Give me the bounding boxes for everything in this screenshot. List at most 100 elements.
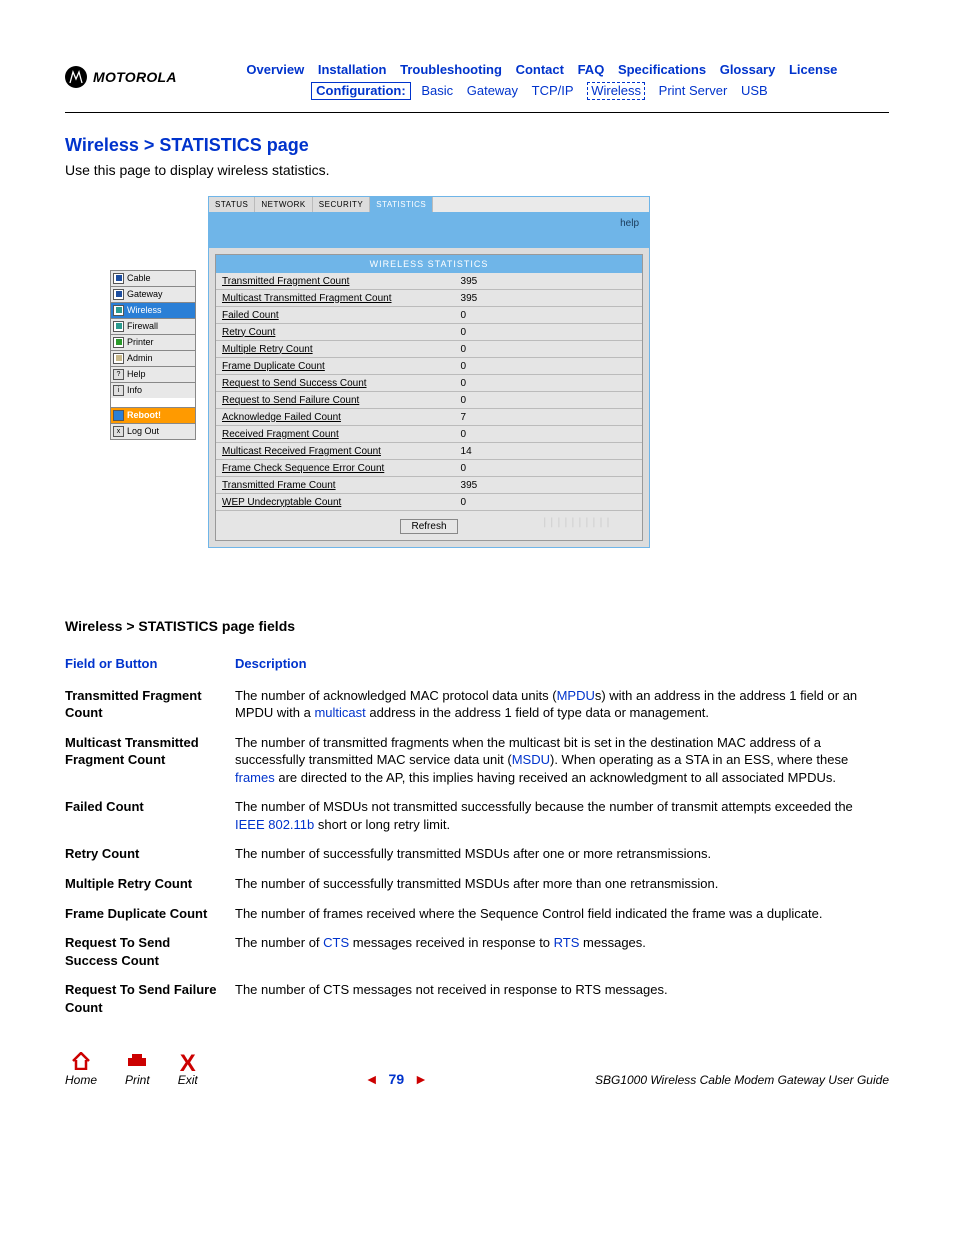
stats-value: 0 — [455, 357, 642, 374]
stats-panel: STATUSNETWORKSECURITYSTATISTICS help WIR… — [208, 196, 650, 548]
stats-label: Failed Count — [216, 306, 455, 323]
description-table: Field or Button Description Transmitted … — [65, 652, 889, 1023]
sidebar-item-printer[interactable]: Printer — [110, 334, 196, 351]
stats-label: Multicast Transmitted Fragment Count — [216, 289, 455, 306]
brand-name: MOTOROLA — [93, 69, 177, 85]
stats-table: Transmitted Fragment Count 395 Multicast T… — [216, 273, 642, 511]
glossary-link[interactable]: MPDU — [557, 688, 595, 703]
desc-text: The number of CTS messages received in r… — [235, 928, 889, 975]
stats-value: 0 — [455, 391, 642, 408]
footer-home[interactable]: Home — [65, 1052, 97, 1087]
stats-label: Retry Count — [216, 323, 455, 340]
glossary-link[interactable]: IEEE 802.11b — [235, 817, 314, 832]
sidebar-item-label: Wireless — [127, 305, 162, 315]
sidebar-item-gateway[interactable]: Gateway — [110, 286, 196, 303]
nav-installation[interactable]: Installation — [318, 62, 387, 77]
tab-network[interactable]: NETWORK — [255, 197, 312, 212]
nav-usb[interactable]: USB — [741, 83, 768, 98]
glossary-link[interactable]: RTS — [554, 935, 580, 950]
sidebar-item-label: Firewall — [127, 321, 158, 331]
stats-label: Frame Duplicate Count — [216, 357, 455, 374]
stats-label: Transmitted Fragment Count — [216, 273, 455, 290]
menu-dot-icon — [113, 337, 124, 348]
nav-printserver[interactable]: Print Server — [659, 83, 728, 98]
footer-exit-label: Exit — [178, 1073, 198, 1087]
stats-row: Received Fragment Count0 — [216, 425, 642, 442]
stats-row: Frame Duplicate Count0 — [216, 357, 642, 374]
stats-row: Failed Count0 — [216, 306, 642, 323]
page-title: Wireless > STATISTICS page — [65, 135, 889, 156]
refresh-button[interactable]: Refresh — [400, 519, 457, 534]
nav-tcpip[interactable]: TCP/IP — [532, 83, 574, 98]
glossary-link[interactable]: frames — [235, 770, 275, 785]
nav-troubleshooting[interactable]: Troubleshooting — [400, 62, 502, 77]
nav-specifications[interactable]: Specifications — [618, 62, 706, 77]
stats-label: Request to Send Failure Count — [216, 391, 455, 408]
tab-security[interactable]: SECURITY — [313, 197, 370, 212]
nav-gateway[interactable]: Gateway — [467, 83, 518, 98]
section-subtitle: Wireless > STATISTICS page fields — [65, 618, 889, 634]
stats-value: 7 — [455, 408, 642, 425]
footer-print[interactable]: Print — [125, 1052, 150, 1087]
desc-field: Transmitted Fragment Count — [65, 681, 235, 728]
stats-row: Request to Send Failure Count0 — [216, 391, 642, 408]
tab-status[interactable]: STATUS — [209, 197, 255, 212]
desc-field: Multiple Retry Count — [65, 869, 235, 899]
sidebar-item-label: Gateway — [127, 289, 163, 299]
next-page-arrow[interactable]: ► — [414, 1071, 428, 1087]
intro-text: Use this page to display wireless statis… — [65, 162, 889, 178]
sidebar-item-label: Info — [127, 385, 142, 395]
tabs-row: STATUSNETWORKSECURITYSTATISTICS — [209, 197, 649, 212]
nav-contact[interactable]: Contact — [516, 62, 564, 77]
desc-text: The number of successfully transmitted M… — [235, 839, 889, 869]
sidebar-item-label: Admin — [127, 353, 153, 363]
glossary-link[interactable]: multicast — [314, 705, 365, 720]
desc-field: Retry Count — [65, 839, 235, 869]
nav-wireless[interactable]: Wireless — [587, 82, 645, 100]
exit-icon: X — [178, 1054, 198, 1073]
stats-label: Multicast Received Fragment Count — [216, 442, 455, 459]
desc-field: Failed Count — [65, 792, 235, 839]
nav-faq[interactable]: FAQ — [578, 62, 605, 77]
stats-label: Acknowledge Failed Count — [216, 408, 455, 425]
close-icon: x — [113, 426, 124, 437]
footer-home-label: Home — [65, 1073, 97, 1087]
stats-row: Multiple Retry Count0 — [216, 340, 642, 357]
desc-text: The number of successfully transmitted M… — [235, 869, 889, 899]
glossary-link[interactable]: MSDU — [512, 752, 550, 767]
desc-row: Multicast Transmitted Fragment CountThe … — [65, 728, 889, 793]
prev-page-arrow[interactable]: ◄ — [365, 1071, 379, 1087]
footer-exit[interactable]: X Exit — [178, 1054, 198, 1087]
stats-row: Multicast Transmitted Fragment Count395 — [216, 289, 642, 306]
sidebar-item-wireless[interactable]: Wireless — [110, 302, 196, 319]
help-link[interactable]: help — [620, 218, 639, 229]
stats-row: Transmitted Frame Count395 — [216, 476, 642, 493]
tab-statistics[interactable]: STATISTICS — [370, 197, 433, 212]
nav-top-row: Overview Installation Troubleshooting Co… — [195, 60, 889, 81]
sidebar-item-label: Printer — [127, 337, 154, 347]
sidebar-item-firewall[interactable]: Firewall — [110, 318, 196, 335]
sidebar-item-logout[interactable]: xLog Out — [110, 423, 196, 440]
nav-license[interactable]: License — [789, 62, 837, 77]
th-field: Field or Button — [65, 652, 235, 681]
stats-label: Received Fragment Count — [216, 425, 455, 442]
sidebar-item-info[interactable]: iInfo — [110, 382, 196, 399]
stats-row: Frame Check Sequence Error Count0 — [216, 459, 642, 476]
barcode-graphic: |||||||||| — [542, 517, 612, 528]
desc-row: Request To Send Success CountThe number … — [65, 928, 889, 975]
menu-dot-icon — [113, 305, 124, 316]
glossary-link[interactable]: CTS — [323, 935, 349, 950]
stats-value: 0 — [455, 340, 642, 357]
sidebar-item-cable[interactable]: Cable — [110, 270, 196, 287]
sidebar-item-reboot[interactable]: Reboot! — [110, 407, 196, 424]
stats-row: Multicast Received Fragment Count14 — [216, 442, 642, 459]
desc-field: Frame Duplicate Count — [65, 899, 235, 929]
sidebar-item-help[interactable]: ?Help — [110, 366, 196, 383]
nav-basic[interactable]: Basic — [421, 83, 453, 98]
nav-glossary[interactable]: Glossary — [720, 62, 776, 77]
stats-value: 395 — [455, 476, 642, 493]
stats-label: Request to Send Success Count — [216, 374, 455, 391]
config-label: Configuration: — [311, 82, 411, 100]
nav-overview[interactable]: Overview — [246, 62, 304, 77]
sidebar-item-admin[interactable]: Admin — [110, 350, 196, 367]
